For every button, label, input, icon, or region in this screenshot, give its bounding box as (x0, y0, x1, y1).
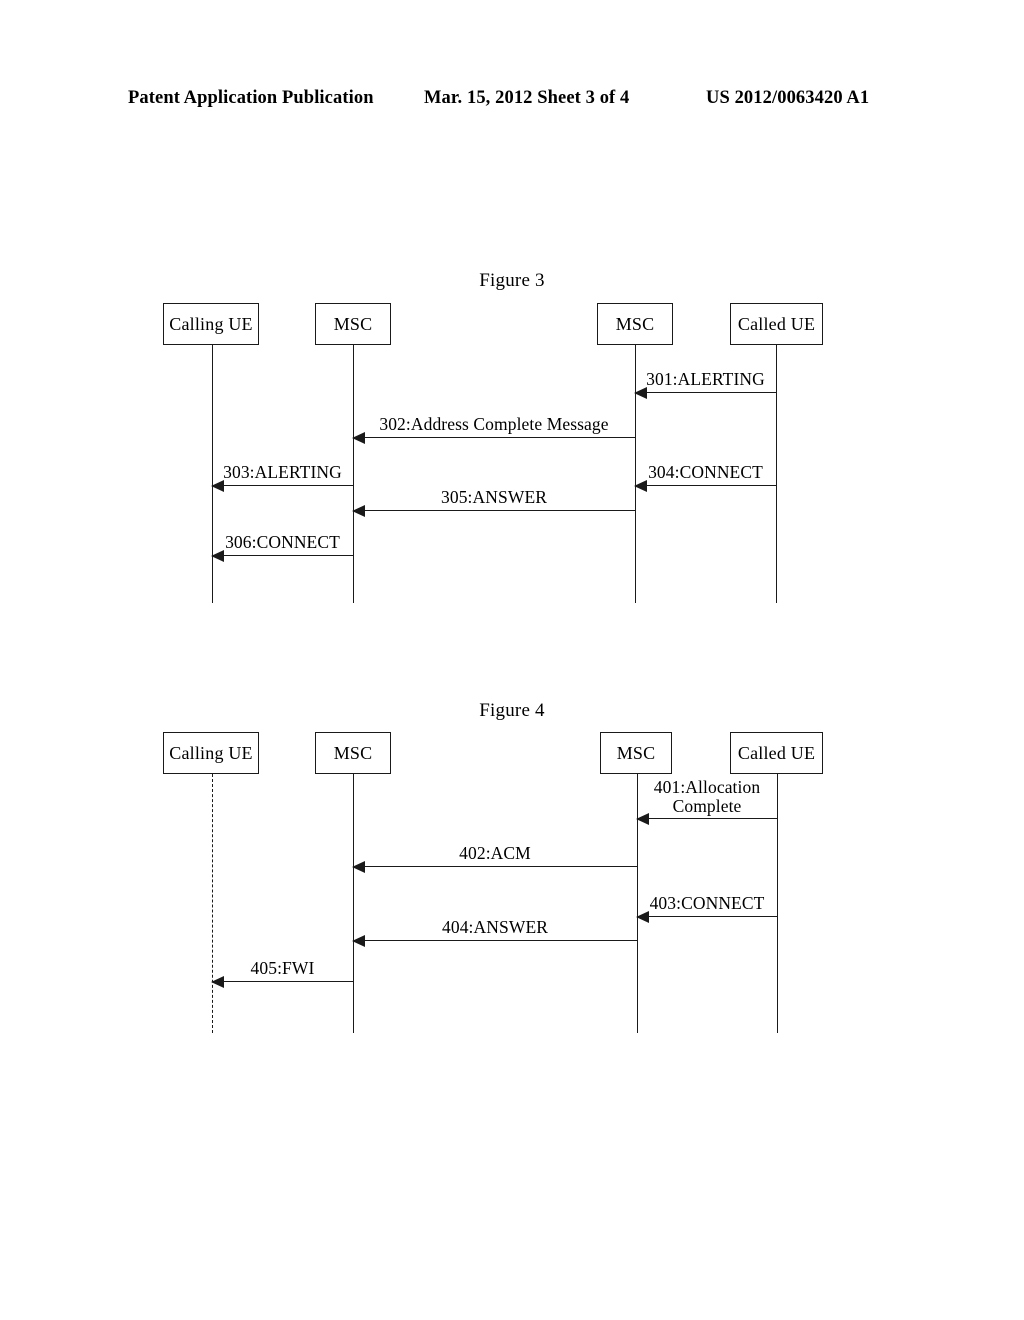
node-label: MSC (616, 743, 656, 763)
lifeline-calling-ue (212, 774, 213, 1033)
node-box-calling-ue: Calling UE (163, 732, 259, 774)
node-box-called-ue: Called UE (730, 732, 823, 774)
msg-303-alerting: 303:ALERTING (211, 463, 353, 492)
sequence-diagram-3: Calling UE MSC MSC Called UE 301:ALERTING 302… (0, 270, 1024, 630)
msg-402-acm: 402:ACM (352, 844, 637, 873)
msg-405-fwi: 405:FWI (211, 959, 353, 988)
lifeline-msc-origin (353, 774, 354, 1033)
msg-302-address-complete-message: 302:Address Complete Message (352, 415, 635, 444)
msg-401-allocation-complete-label: 401:Allocation Complete (653, 776, 761, 817)
msg-301-alerting: 301:ALERTING (634, 370, 776, 399)
node-label: Calling UE (169, 314, 253, 334)
node-box-msc-terminating: MSC (600, 732, 672, 774)
node-label: Calling UE (169, 743, 253, 763)
lifeline-called-ue (777, 774, 778, 1033)
msg-301-alerting-label: 301:ALERTING (646, 369, 765, 390)
msg-405-fwi-label: 405:FWI (250, 958, 315, 979)
patent-number: US 2012/0063420 A1 (706, 88, 870, 108)
msg-401-allocation-complete: 401:Allocation Complete (636, 777, 777, 825)
lifeline-msc-origin (353, 345, 354, 603)
figure-3: Calling UE MSC MSC Called UE 301:ALERTING 302… (0, 270, 1024, 670)
publication-title: Patent Application Publication (128, 88, 374, 108)
page-header: Patent Application Publication Mar. 15, … (0, 88, 1024, 116)
figure-4-caption: Figure 4 (479, 700, 545, 721)
node-box-calling-ue: Calling UE (163, 303, 259, 345)
msg-404-answer-label: 404:ANSWER (442, 917, 548, 938)
sequence-diagram-4: Calling UE MSC MSC Called UE 401:Allocation … (0, 700, 1024, 1060)
msg-306-connect-label: 306:CONNECT (225, 532, 340, 553)
node-box-msc-origin: MSC (315, 732, 391, 774)
msg-403-connect: 403:CONNECT (636, 894, 777, 923)
msg-303-alerting-label: 303:ALERTING (223, 462, 342, 483)
msg-302-address-complete-message-label: 302:Address Complete Message (379, 414, 609, 435)
msg-304-connect-label: 304:CONNECT (648, 462, 763, 483)
figure-3-caption: Figure 3 (479, 270, 545, 291)
node-label: MSC (333, 314, 373, 334)
node-label: Called UE (737, 743, 816, 763)
msg-402-acm-label: 402:ACM (459, 843, 531, 864)
msg-306-connect: 306:CONNECT (211, 533, 353, 562)
msg-403-connect-label: 403:CONNECT (649, 893, 765, 914)
msg-404-answer: 404:ANSWER (352, 918, 637, 947)
node-box-msc-origin: MSC (315, 303, 391, 345)
date-sheet-label: Mar. 15, 2012 Sheet 3 of 4 (424, 88, 630, 108)
node-label: MSC (615, 314, 655, 334)
msg-305-answer-label: 305:ANSWER (441, 487, 547, 508)
node-box-called-ue: Called UE (730, 303, 823, 345)
figure-4: Calling UE MSC MSC Called UE 401:Allocation … (0, 700, 1024, 1100)
node-label: Called UE (737, 314, 816, 334)
msg-305-answer: 305:ANSWER (352, 488, 635, 517)
node-box-msc-terminating: MSC (597, 303, 673, 345)
lifeline-called-ue (776, 345, 777, 603)
msg-304-connect: 304:CONNECT (634, 463, 776, 492)
node-label: MSC (333, 743, 373, 763)
